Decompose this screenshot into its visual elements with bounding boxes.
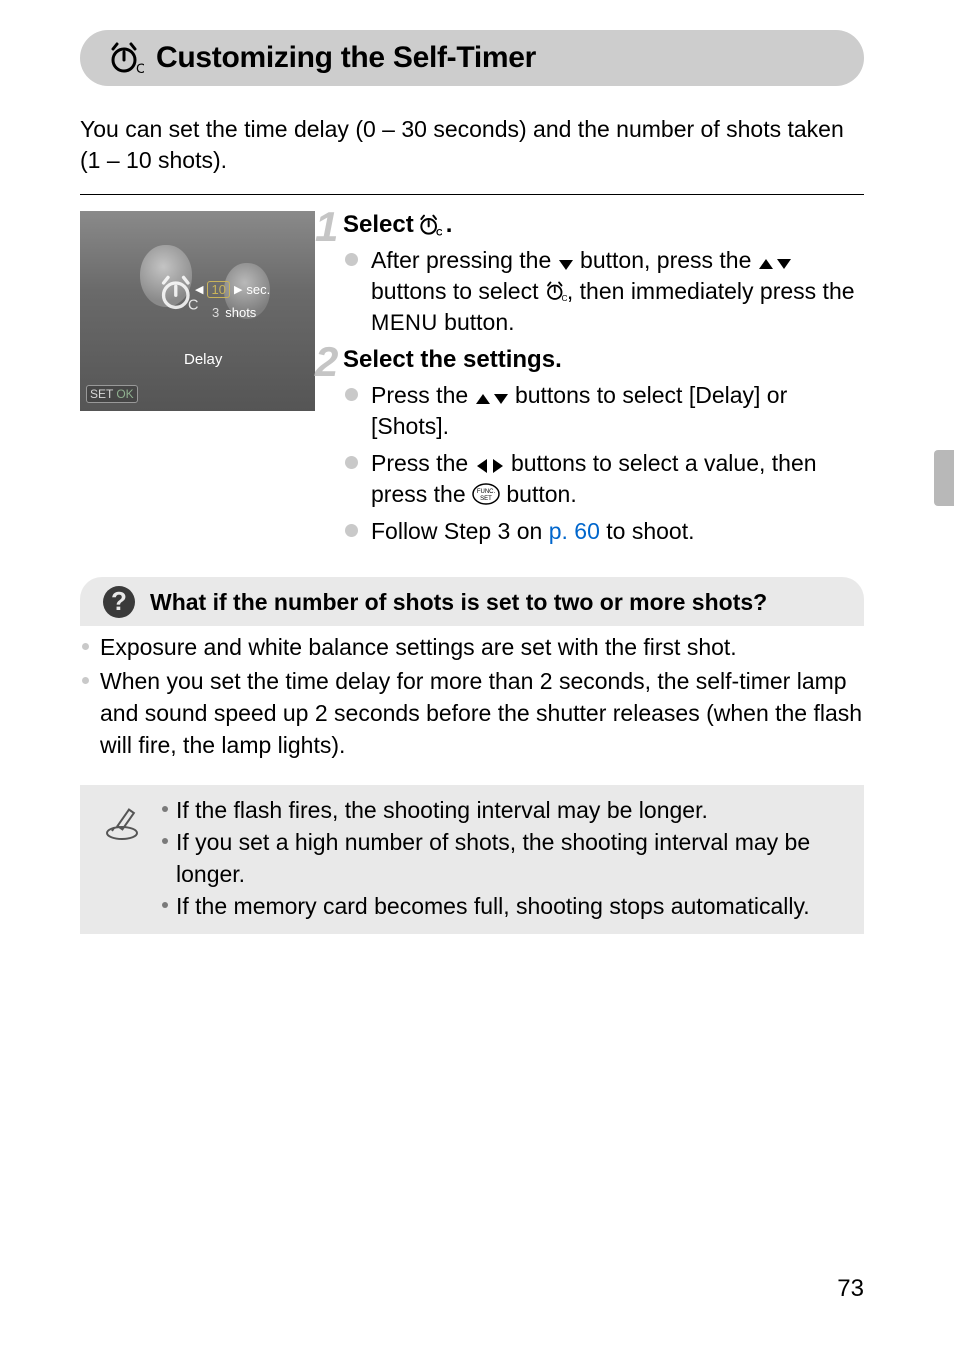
note-item: If you set a high number of shots, the s… (164, 827, 844, 890)
page-link[interactable]: p. 60 (549, 518, 600, 544)
step-2: 2 Select the settings. Press the buttons… (343, 346, 864, 547)
menu-button-label: MENU (371, 310, 438, 335)
step-number: 2 (315, 338, 338, 386)
step-1-title: Select C . (343, 211, 864, 239)
section-heading: C Customizing the Self-Timer (80, 30, 864, 86)
notes-box: If the flash fires, the shooting interva… (80, 785, 864, 934)
faq-box: ? What if the number of shots is set to … (80, 577, 864, 626)
self-timer-custom-icon: C (108, 40, 144, 76)
pencil-note-icon (104, 805, 140, 841)
faq-item: Exposure and white balance settings are … (100, 632, 864, 664)
delay-value: 10 (207, 281, 229, 298)
svg-text:SET: SET (480, 496, 492, 502)
intro-text: You can set the time delay (0 – 30 secon… (80, 114, 864, 176)
step-2-bullet: Press the buttons to select a value, the… (371, 448, 864, 510)
step-2-title: Select the settings. (343, 346, 864, 374)
step-number: 1 (315, 203, 338, 251)
faq-item: When you set the time delay for more tha… (100, 666, 864, 761)
step-2-bullet: Press the buttons to select [Delay] or [… (371, 380, 864, 442)
divider (80, 194, 864, 195)
func-set-button-icon: FUNC. SET (472, 483, 500, 505)
step-2-bullet: Follow Step 3 on p. 60 to shoot. (371, 516, 864, 547)
svg-text:C: C (136, 60, 144, 76)
step-1: 1 Select C . After pressing the button, … (343, 211, 864, 338)
note-item: If the flash fires, the shooting interva… (164, 795, 844, 827)
camera-screen-mock: C ◀ 10 ▶ sec. 3 shots Delay SET OK (80, 211, 315, 411)
page-number: 73 (837, 1275, 864, 1303)
sec-label: sec. (246, 282, 270, 297)
step-1-bullet: After pressing the button, press the but… (371, 245, 864, 338)
note-item: If the memory card becomes full, shootin… (164, 891, 844, 923)
up-down-triangle-icon (475, 392, 509, 406)
chevron-right-icon: ▶ (234, 283, 242, 296)
section-title: Customizing the Self-Timer (156, 41, 536, 75)
section-thumb-tab (934, 450, 954, 506)
svg-text:?: ? (111, 586, 127, 616)
self-timer-custom-icon: C (158, 273, 198, 313)
self-timer-custom-icon: C (545, 280, 567, 302)
svg-text:C: C (436, 228, 442, 237)
up-down-triangle-icon (758, 257, 792, 271)
question-icon: ? (102, 585, 136, 619)
chevron-left-icon: ◀ (195, 283, 203, 296)
svg-text:C: C (188, 298, 198, 313)
faq-list: Exposure and white balance settings are … (80, 632, 864, 761)
faq-title: What if the number of shots is set to tw… (150, 589, 842, 616)
svg-text:FUNC.: FUNC. (477, 489, 496, 495)
set-ok-indicator: SET OK (86, 385, 138, 403)
shots-value: 3 (212, 305, 219, 320)
delay-label: Delay (184, 351, 222, 368)
self-timer-custom-icon: C (418, 213, 442, 237)
shots-label: shots (225, 305, 256, 320)
left-right-triangle-icon (475, 458, 505, 474)
down-triangle-icon (558, 259, 574, 271)
